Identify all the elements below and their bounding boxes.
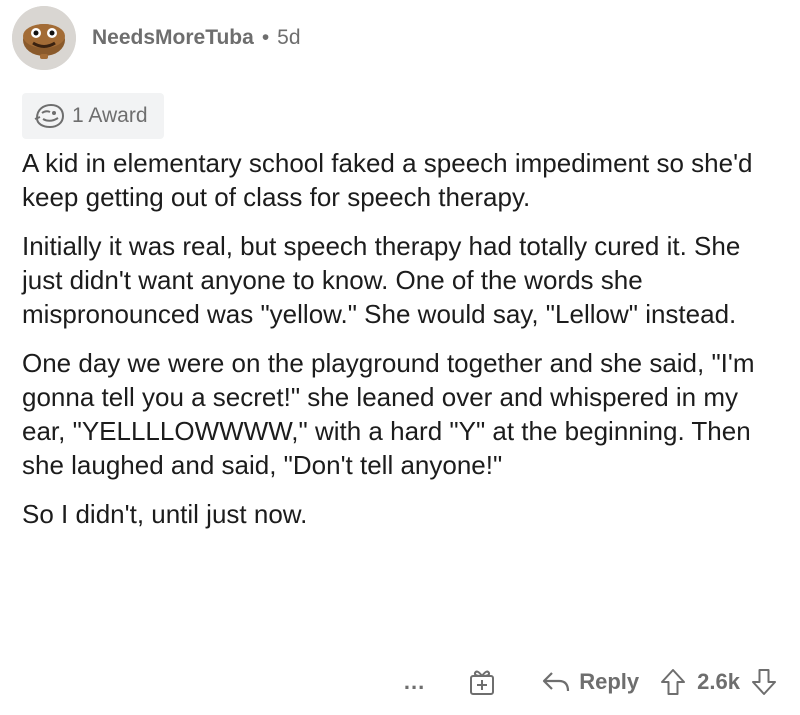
upvote-button[interactable] [659, 667, 687, 697]
upvote-arrow-icon [659, 667, 687, 697]
avatar-icon[interactable] [12, 6, 76, 70]
comment-paragraph: One day we were on the playground togeth… [22, 348, 755, 480]
comment-author[interactable]: NeedsMoreTuba [92, 26, 254, 50]
comment-paragraph: A kid in elementary school faked a speec… [22, 148, 753, 212]
give-award-button[interactable] [467, 667, 497, 697]
comment-header: NeedsMoreTuba • 5d [12, 6, 301, 70]
reply-arrow-icon [541, 669, 571, 695]
downvote-arrow-icon [750, 667, 778, 697]
reply-button[interactable]: Reply [533, 669, 639, 695]
meta-separator: • [261, 26, 270, 49]
more-options-button[interactable]: ... [404, 669, 425, 695]
gift-icon [467, 667, 497, 697]
reply-label: Reply [579, 669, 640, 694]
award-label: 1 Award [72, 104, 148, 127]
comment-paragraph: So I didn't, until just now. [22, 499, 308, 529]
comment-actions: ... Reply 2.6k [404, 662, 778, 702]
award-badge[interactable]: 1 Award [22, 93, 164, 139]
vote-count: 2.6k [697, 669, 740, 694]
comment-age[interactable]: 5d [277, 26, 300, 50]
downvote-button[interactable] [750, 667, 778, 697]
comment-body: A kid in elementary school faked a speec… [22, 146, 782, 546]
comment-paragraph: Initially it was real, but speech therap… [22, 231, 741, 329]
award-face-icon [32, 102, 66, 130]
